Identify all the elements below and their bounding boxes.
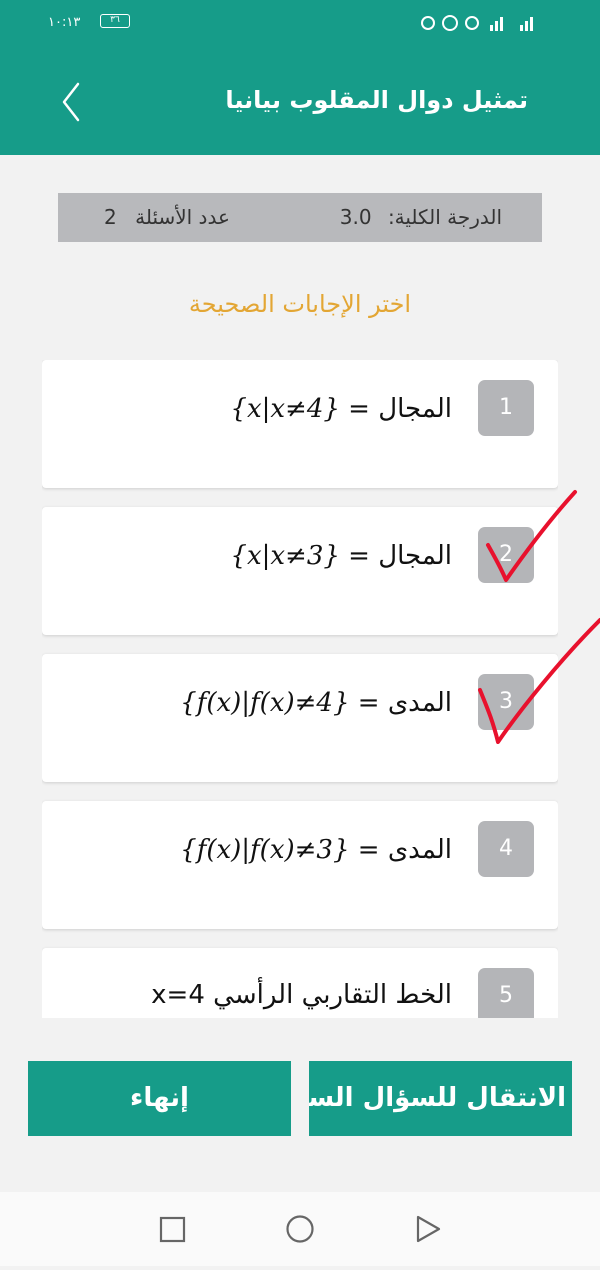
option-math: {x|x≠4} (230, 394, 340, 424)
answer-option-1[interactable]: 1 المجال = {x|x≠4} (42, 360, 558, 488)
option-math: {f(x)|f(x)≠4} (180, 688, 350, 718)
finish-button[interactable]: إنهاء (28, 1061, 291, 1136)
count-label: عدد الأسئلة (135, 205, 230, 229)
score-info-bar: الدرجة الكلية: 3.0 عدد الأسئلة 2 (58, 193, 542, 242)
option-number: 4 (478, 821, 534, 877)
status-bar: ١٠:١٣ ٣٦ (0, 0, 600, 50)
option-label: المجال = (348, 541, 452, 571)
battery-icon: ٣٦ (100, 14, 130, 28)
score-value: 3.0 (339, 205, 372, 229)
previous-question-label: الانتقال للسؤال السابق (309, 1083, 566, 1113)
answer-option-3[interactable]: 3 المدى = {f(x)|f(x)≠4} (42, 654, 558, 782)
option-text: المدى = {f(x)|f(x)≠3} (180, 835, 452, 865)
option-text: الخط التقاربي الرأسي x=4 (151, 980, 452, 1010)
option-math: {f(x)|f(x)≠3} (180, 835, 350, 865)
option-math: {x|x≠3} (230, 541, 340, 571)
option-text: المجال = {x|x≠3} (230, 541, 452, 571)
back-button[interactable] (50, 80, 94, 124)
option-number: 5 (478, 968, 534, 1018)
answer-option-4[interactable]: 4 المدى = {f(x)|f(x)≠3} (42, 801, 558, 929)
option-label: الخط التقاربي الرأسي x=4 (151, 980, 452, 1010)
option-label: المدى = (357, 835, 452, 865)
status-time: ١٠:١٣ (48, 15, 81, 30)
page-title: تمثيل دوال المقلوب بيانيا (225, 86, 528, 114)
answer-option-2[interactable]: 2 المجال = {x|x≠3} (42, 507, 558, 635)
question-count: عدد الأسئلة 2 (104, 205, 230, 229)
instruction-text: اختر الإجابات الصحيحة (188, 290, 412, 318)
answer-option-5[interactable]: 5 الخط التقاربي الرأسي x=4 (42, 948, 558, 1018)
system-nav-bar (0, 1192, 600, 1266)
option-number: 3 (478, 674, 534, 730)
signal-icons (420, 13, 550, 39)
total-score: الدرجة الكلية: 3.0 (340, 205, 502, 229)
home-icon (286, 1215, 314, 1243)
chevron-left-icon (62, 82, 80, 122)
option-text: المدى = {f(x)|f(x)≠4} (180, 688, 452, 718)
option-label: المدى = (357, 688, 452, 718)
recents-icon (159, 1216, 186, 1243)
option-number: 2 (478, 527, 534, 583)
answer-list[interactable]: 1 المجال = {x|x≠4} 2 المجال = {x|x≠3} 3 … (42, 360, 558, 1018)
back-nav-icon (416, 1215, 441, 1243)
score-label: الدرجة الكلية: (387, 205, 502, 229)
previous-question-button[interactable]: الانتقال للسؤال السابق (309, 1061, 572, 1136)
option-label: المجال = (348, 394, 452, 424)
app-bar: تمثيل دوال المقلوب بيانيا (0, 50, 600, 155)
option-number: 1 (478, 380, 534, 436)
option-text: المجال = {x|x≠4} (230, 394, 452, 424)
count-value: 2 (104, 205, 117, 229)
